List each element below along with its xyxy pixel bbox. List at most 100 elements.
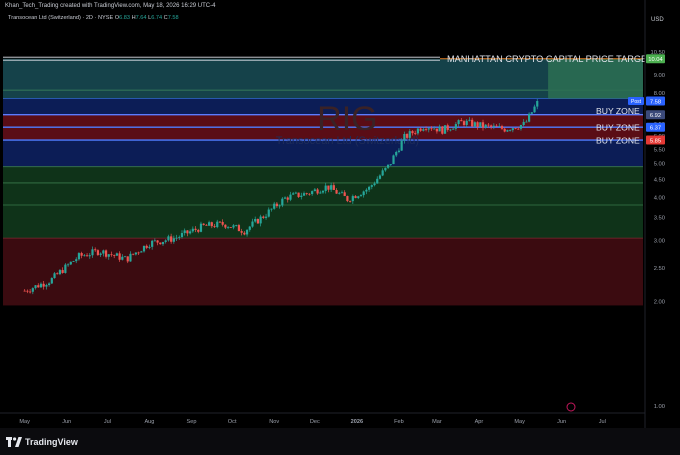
- tradingview-logo[interactable]: TradingView: [6, 437, 78, 447]
- candle-body-115: [335, 189, 338, 194]
- candle-body-112: [327, 185, 330, 190]
- candle-body-12: [56, 273, 59, 275]
- candle-body-59: [183, 230, 186, 234]
- y-tick-label-3: 3.00: [654, 239, 665, 245]
- candle-body-143: [411, 131, 414, 134]
- price-chart[interactable]: RIGTransocean Ltd (Switzerland) MANHATTAN…: [0, 0, 680, 428]
- candle-body-135: [389, 164, 392, 165]
- candle-body-86: [256, 219, 260, 224]
- candle-body-15: [64, 264, 67, 273]
- candle-body-14: [61, 270, 64, 273]
- candle-body-36: [121, 256, 124, 260]
- candle-body-84: [251, 221, 254, 227]
- candle-body-138: [397, 150, 401, 152]
- candle-body-79: [237, 225, 241, 232]
- candle-body-171: [487, 124, 490, 126]
- candle-body-11: [53, 273, 56, 279]
- candle-body-113: [330, 185, 333, 190]
- price-label-text-0: 10.04: [648, 57, 663, 63]
- zone-band-0: [3, 58, 643, 99]
- candle-body-6: [39, 283, 43, 288]
- x-tick-label-2: Jul: [104, 419, 111, 425]
- candle-body-92: [273, 203, 276, 209]
- candle-body-75: [226, 227, 230, 229]
- candle-body-137: [395, 151, 398, 156]
- candle-body-25: [91, 249, 94, 256]
- candle-body-153: [438, 126, 441, 132]
- candle-body-181: [514, 128, 517, 129]
- candle-body-23: [85, 255, 89, 257]
- candle-body-74: [224, 224, 227, 228]
- tradingview-brand: TradingView: [25, 437, 78, 447]
- candle-body-156: [446, 125, 449, 130]
- candle-body-160: [457, 120, 460, 125]
- candle-body-101: [297, 192, 300, 197]
- candle-body-48: [153, 240, 156, 242]
- candle-body-149: [427, 128, 430, 130]
- candle-body-49: [156, 240, 159, 243]
- buy-zone-label-1: BUY ZONE: [596, 106, 640, 116]
- candle-body-46: [148, 246, 151, 248]
- candle-body-66: [202, 223, 205, 225]
- candle-body-13: [58, 270, 62, 275]
- candle-body-161: [460, 120, 463, 122]
- candle-body-123: [357, 196, 360, 199]
- x-tick-label-1: Jun: [62, 419, 71, 425]
- candle-body-58: [180, 233, 184, 237]
- candle-body-81: [243, 232, 246, 235]
- watermark-ticker: RIG: [317, 100, 377, 138]
- candle-body-145: [416, 128, 420, 134]
- price-label-text-2: 6.92: [650, 113, 661, 119]
- footer-bar: TradingView: [0, 428, 680, 455]
- candle-body-39: [129, 253, 132, 262]
- candle-body-114: [332, 185, 335, 190]
- candle-body-0: [23, 290, 26, 292]
- candle-body-35: [118, 253, 121, 260]
- candle-body-105: [308, 193, 311, 195]
- y-tick-label-1: 2.00: [654, 300, 665, 306]
- candle-body-9: [48, 283, 51, 286]
- candle-body-68: [208, 222, 211, 226]
- candle-body-128: [370, 185, 373, 187]
- candle-body-188: [533, 106, 536, 113]
- candle-body-16: [66, 264, 70, 266]
- candle-body-5: [37, 285, 40, 288]
- candle-body-44: [142, 245, 146, 252]
- candle-body-182: [517, 128, 520, 130]
- candle-body-136: [392, 155, 395, 165]
- candle-body-37: [123, 256, 127, 258]
- candle-body-120: [349, 201, 352, 202]
- candle-body-178: [506, 130, 509, 132]
- candle-body-109: [319, 192, 322, 194]
- candle-body-163: [465, 120, 468, 125]
- x-tick-label-13: Jun: [557, 419, 566, 425]
- candle-body-54: [170, 236, 173, 242]
- x-tick-label-12: May: [514, 419, 525, 425]
- candle-body-142: [408, 131, 411, 138]
- candle-body-131: [378, 175, 382, 179]
- x-tick-label-9: Feb: [394, 419, 404, 425]
- candle-body-148: [424, 129, 428, 131]
- y-tick-label-7: 5.00: [654, 162, 665, 168]
- candle-body-3: [31, 288, 34, 292]
- y-tick-label-6: 4.50: [654, 178, 665, 184]
- candle-body-64: [197, 229, 200, 232]
- candle-body-134: [386, 164, 390, 168]
- tradingview-logo-icon: [6, 437, 22, 447]
- candle-body-165: [471, 119, 474, 127]
- candle-body-38: [126, 256, 129, 262]
- candle-body-170: [484, 124, 487, 128]
- candle-body-52: [164, 240, 167, 242]
- candle-body-107: [313, 189, 316, 192]
- candle-body-147: [422, 129, 425, 131]
- candle-body-144: [414, 133, 417, 134]
- event-marker-icon: [566, 402, 576, 412]
- candle-body-133: [384, 167, 387, 171]
- target-zone-box: [548, 58, 643, 99]
- candle-body-32: [110, 254, 113, 256]
- candle-body-102: [300, 195, 303, 197]
- candle-body-82: [245, 229, 249, 235]
- candle-body-129: [373, 183, 376, 186]
- candle-body-100: [294, 192, 297, 194]
- candle-body-154: [441, 126, 444, 134]
